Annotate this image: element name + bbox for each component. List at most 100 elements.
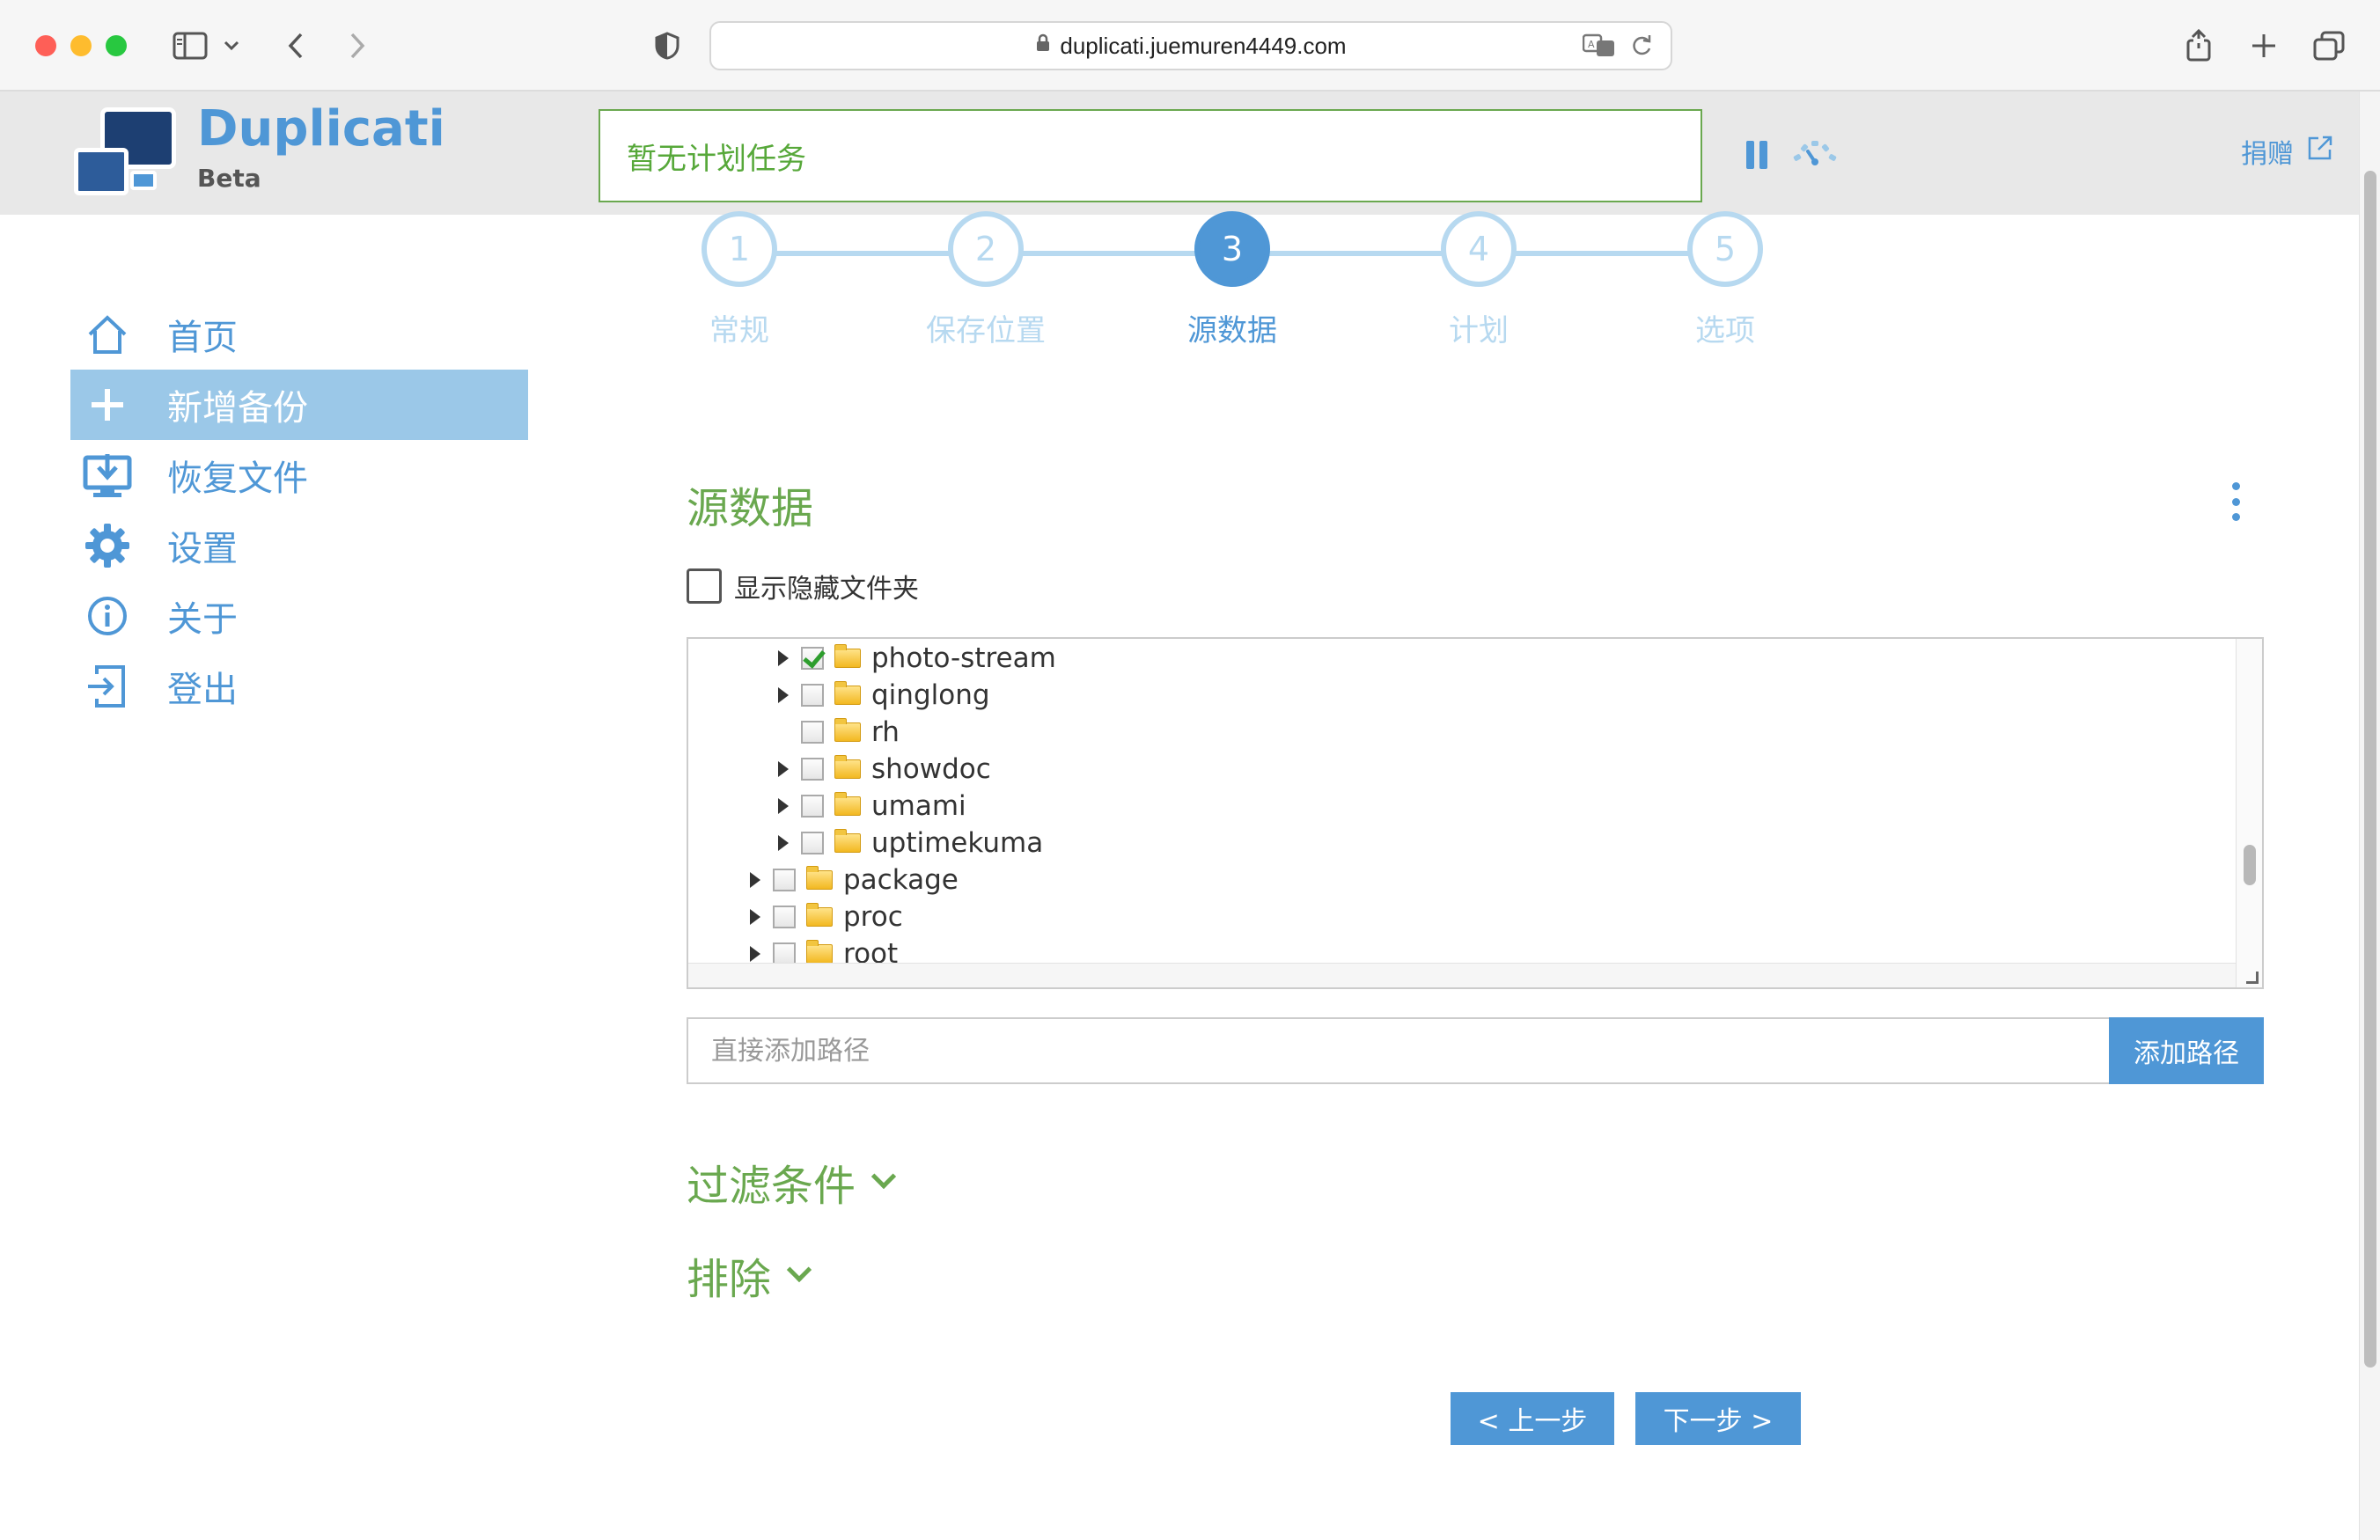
svg-text:A: A [1588, 39, 1595, 50]
tree-checkbox[interactable] [773, 906, 796, 928]
step-source-data[interactable]: 3 源数据 [1109, 211, 1355, 349]
step-label: 计划 [1449, 313, 1509, 348]
sidebar-item-home[interactable]: 首页 [70, 299, 528, 370]
browser-toolbar: duplicati.juemuren4449.com A [0, 0, 2380, 92]
back-icon[interactable] [273, 23, 319, 69]
tree-node-label[interactable]: umami [871, 790, 966, 822]
sidebar-item-logout[interactable]: 登出 [70, 651, 528, 722]
donate-label: 捐赠 [2241, 139, 2294, 170]
filters-toggle[interactable]: 过滤条件 [687, 1151, 897, 1213]
step-number: 2 [948, 211, 1024, 287]
add-path-row: 添加路径 [687, 1017, 2264, 1084]
sidebar-toggle-icon[interactable] [167, 23, 213, 69]
expand-arrow-icon[interactable] [771, 794, 796, 818]
sidebar-item-settings[interactable]: 设置 [70, 510, 528, 581]
show-hidden-checkbox[interactable] [687, 568, 722, 604]
tree-node-label[interactable]: qinglong [871, 679, 990, 711]
tree-vertical-scrollbar[interactable] [2236, 639, 2262, 987]
tree-node[interactable]: uptimekuma [771, 825, 1043, 861]
reload-icon[interactable] [1630, 33, 1653, 63]
tree-scrollbar-thumb[interactable] [2244, 845, 2256, 885]
tree-node-label[interactable]: showdoc [871, 753, 991, 785]
tree-node-label[interactable]: rh [871, 716, 900, 748]
duplicati-logo[interactable] [70, 104, 176, 202]
donate-link[interactable]: 捐赠 [2241, 132, 2334, 171]
forward-icon[interactable] [334, 23, 380, 69]
chevron-down-icon [786, 1257, 812, 1283]
expand-arrow-icon[interactable] [771, 683, 796, 708]
tree-checkbox[interactable] [801, 832, 824, 854]
minimize-window-button[interactable] [70, 35, 92, 56]
tree-checkbox[interactable] [801, 795, 824, 818]
throttle-icon[interactable] [1790, 137, 1840, 169]
sidebar-item-label: 设置 [167, 529, 238, 569]
sidebar-item-about[interactable]: 关于 [70, 581, 528, 651]
chevron-down-icon[interactable] [217, 23, 246, 69]
sidebar-item-label: 首页 [167, 318, 238, 358]
step-number: 1 [702, 211, 777, 287]
excludes-toggle[interactable]: 排除 [687, 1244, 812, 1306]
brand-name[interactable]: Duplicati [197, 100, 445, 158]
add-path-button[interactable]: 添加路径 [2109, 1017, 2264, 1084]
step-label: 保存位置 [926, 313, 1046, 348]
url-text: duplicati.juemuren4449.com [1060, 32, 1347, 59]
tree-node[interactable]: qinglong [771, 678, 990, 713]
path-input[interactable] [687, 1017, 2109, 1084]
expand-arrow-icon[interactable] [771, 757, 796, 781]
tree-node[interactable]: showdoc [771, 752, 991, 787]
folder-icon [806, 903, 833, 927]
step-destination[interactable]: 2 保存位置 [863, 211, 1109, 349]
tree-horizontal-scrollbar[interactable] [688, 963, 2239, 987]
address-bar[interactable]: duplicati.juemuren4449.com A [709, 21, 1672, 70]
tree-node[interactable]: umami [771, 788, 966, 824]
pause-icon[interactable] [1746, 141, 1771, 169]
tree-node-label[interactable]: uptimekuma [871, 827, 1043, 859]
expand-arrow-icon[interactable] [743, 905, 768, 929]
show-hidden-folders-toggle[interactable]: 显示隐藏文件夹 [687, 567, 919, 605]
info-icon [72, 581, 143, 651]
sidebar-item-add-backup[interactable]: 新增备份 [70, 370, 528, 440]
restore-icon [72, 440, 143, 510]
expand-arrow-icon[interactable] [743, 868, 768, 892]
tree-checkbox[interactable] [801, 684, 824, 707]
tree-checkbox[interactable] [773, 869, 796, 891]
translate-icon[interactable]: A [1582, 33, 1616, 63]
tree-node[interactable]: rh [771, 715, 900, 750]
step-label: 常规 [709, 313, 769, 348]
expand-arrow-icon[interactable] [771, 831, 796, 855]
gear-icon [72, 510, 143, 581]
close-window-button[interactable] [35, 35, 56, 56]
privacy-shield-icon[interactable] [644, 23, 690, 69]
tree-checkbox[interactable] [801, 647, 824, 670]
status-text: 暂无计划任务 [627, 141, 806, 177]
folder-tree[interactable]: photo-stream qinglong rh showdoc umami u… [687, 637, 2264, 989]
step-options[interactable]: 5 选项 [1602, 211, 1848, 349]
expand-arrow-icon[interactable] [771, 646, 796, 671]
previous-step-button[interactable]: < 上一步 [1451, 1392, 1614, 1445]
step-label: 源数据 [1187, 313, 1277, 348]
tree-node[interactable]: package [743, 862, 959, 898]
folder-icon [834, 829, 861, 853]
tree-node[interactable]: proc [743, 899, 903, 935]
page-scrollbar-thumb[interactable] [2364, 171, 2376, 1368]
sidebar: 首页 新增备份 恢复文件 设置 关于 登出 [70, 299, 528, 722]
sidebar-item-restore[interactable]: 恢复文件 [70, 440, 528, 510]
more-options-icon[interactable] [2229, 482, 2243, 521]
external-link-icon [2306, 134, 2334, 169]
tree-checkbox[interactable] [801, 721, 824, 744]
tree-node[interactable]: photo-stream [771, 641, 1056, 676]
next-step-button[interactable]: 下一步 > [1635, 1392, 1801, 1445]
step-general[interactable]: 1 常规 [616, 211, 863, 349]
new-tab-icon[interactable] [2241, 23, 2287, 69]
tree-node-label[interactable]: proc [843, 901, 903, 933]
page-scrollbar[interactable] [2359, 92, 2380, 1540]
tree-node-label[interactable]: photo-stream [871, 642, 1056, 674]
tree-checkbox[interactable] [801, 758, 824, 781]
tree-node-label[interactable]: package [843, 864, 959, 896]
tab-overview-icon[interactable] [2306, 23, 2352, 69]
share-icon[interactable] [2176, 23, 2222, 69]
resize-grip-icon[interactable] [2246, 972, 2259, 984]
zoom-window-button[interactable] [106, 35, 127, 56]
step-schedule[interactable]: 4 计划 [1355, 211, 1602, 349]
